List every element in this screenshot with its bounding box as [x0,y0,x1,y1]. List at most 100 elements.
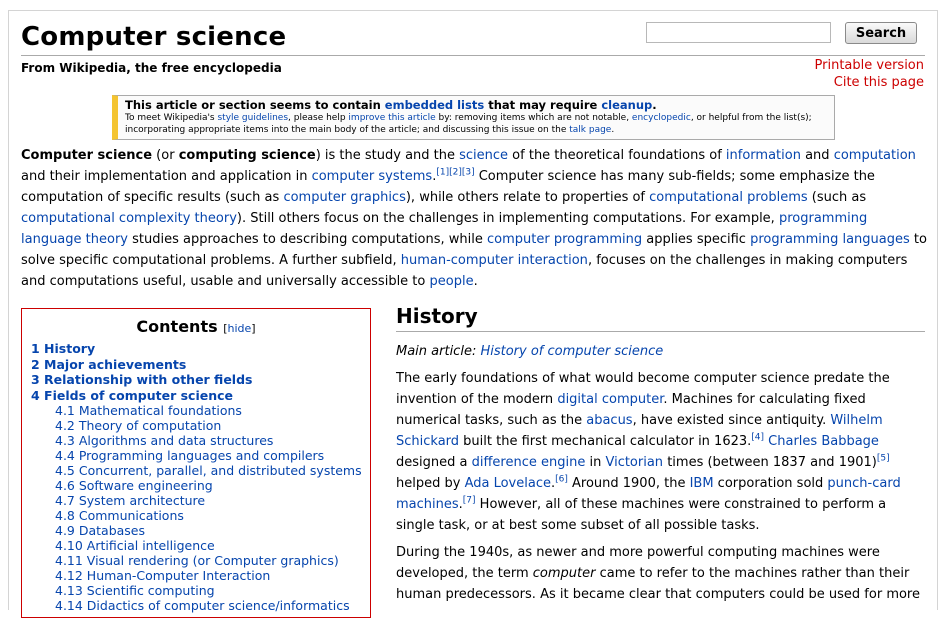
body-text: , have existed since antiquity. [632,413,831,428]
toc-subitem[interactable]: 4.3 Algorithms and data structures [55,433,273,448]
citation-1-3-link[interactable]: [1][2][3] [436,168,474,178]
toc-subitem[interactable]: 4.9 Databases [55,523,145,538]
toc-subitem[interactable]: 4.11 Visual rendering (or Computer graph… [55,553,339,568]
citation-7-link[interactable]: [7] [463,496,476,506]
abacus-link[interactable]: abacus [586,413,632,428]
body-text: of the theoretical foundations of [508,148,726,163]
ada-lovelace-link[interactable]: Ada Lovelace [465,476,551,491]
history-paragraph: The early foundations of what would beco… [396,368,921,536]
toc-subitem[interactable]: 4.6 Software engineering [55,478,213,493]
science-link[interactable]: science [459,148,508,163]
title-divider [21,55,925,56]
difference-engine-link[interactable]: difference engine [472,455,586,470]
body-text: times (between 1837 and 1901) [663,455,877,470]
ibm-link[interactable]: IBM [690,476,714,491]
body-text: and their implementation and application… [21,169,312,184]
toc-item[interactable]: 3 Relationship with other fields [31,372,252,387]
history-heading: History [396,304,478,328]
body-text: corporation sold [713,476,828,491]
body-text: studies approaches to describing computa… [127,232,488,247]
toc-header: Contents [hide] [22,317,370,336]
body-text: . [473,274,478,289]
toc-item[interactable]: 1 History [31,341,95,356]
victorian-link[interactable]: Victorian [605,455,663,470]
toc-item[interactable]: 2 Major achievements [31,357,186,372]
information-link[interactable]: information [726,148,801,163]
bold-term: Computer science [21,148,153,163]
toc-title: Contents [136,317,218,336]
computer-graphics-link[interactable]: computer graphics [283,190,405,205]
printable-version-link[interactable]: Printable version [815,58,924,73]
cleanup-notice: This article or section seems to contain… [112,95,835,140]
history-of-cs-link[interactable]: History of computer science [480,344,663,359]
body-text: in [585,455,606,470]
search-input[interactable] [646,22,831,43]
toc-subitem[interactable]: 4.13 Scientific computing [55,583,215,598]
toc-subitem[interactable]: 4.10 Artificial intelligence [55,538,215,553]
cite-page-link[interactable]: Cite this page [834,75,924,90]
toc-subitem[interactable]: 4.4 Programming languages and compilers [55,448,324,463]
body-text: designed a [396,455,472,470]
toc-hide-wrapper: [hide] [223,322,255,335]
citation-4-link[interactable]: [4] [751,433,764,443]
notice-text: by: removing items which are not notable… [435,113,632,123]
toc-subitem[interactable]: 4.8 Communications [55,508,184,523]
human-computer-interaction-link[interactable]: human-computer interaction [401,253,588,268]
italic-term: computer [532,566,596,581]
talk-page-link[interactable]: talk page [569,125,611,135]
body-text: built the first mechanical calculator in… [459,434,752,449]
embedded-lists-link[interactable]: embedded lists [385,98,484,112]
toc-item[interactable]: 4 Fields of computer science [31,388,233,403]
charles-babbage-link[interactable]: Charles Babbage [768,434,879,449]
toc-subitem[interactable]: 4.12 Human-Computer Interaction [55,568,270,583]
bold-term: computing science [178,148,316,163]
toc-subitem[interactable]: 4.5 Concurrent, parallel, and distribute… [55,463,362,478]
intro-paragraph: Computer science (or computing science) … [21,145,927,292]
computational-problems-link[interactable]: computational problems [649,190,808,205]
computer-systems-link[interactable]: computer systems [312,169,433,184]
toc-subitem[interactable]: 4.1 Mathematical foundations [55,403,242,418]
main-article-prefix: Main article: [396,344,481,359]
citation-6-link[interactable]: [6] [555,475,568,485]
people-link[interactable]: people [430,274,474,289]
body-text: helped by [396,476,465,491]
bracket: ] [251,322,256,335]
notice-text: . [611,125,615,135]
search-button[interactable]: Search [845,22,917,44]
encyclopedic-link[interactable]: encyclopedic [632,113,691,123]
cleanup-notice-lead: This article or section seems to contain… [125,99,826,111]
body-text: applies specific [642,232,751,247]
notice-text: that may require [484,98,602,112]
body-text: (such as [807,190,867,205]
cleanup-notice-body: To meet Wikipedia's style guidelines, pl… [125,112,826,136]
body-text: ) is the study and the [315,148,460,163]
body-text: and [800,148,834,163]
digital-computer-link[interactable]: digital computer [557,392,663,407]
page-title: Computer science [21,22,287,52]
site-tagline: From Wikipedia, the free encyclopedia [21,61,282,75]
history-divider [396,331,925,332]
main-article-note: Main article: History of computer scienc… [396,344,663,359]
notice-text: To meet Wikipedia's [125,113,218,123]
notice-text: This article or section seems to contain [125,98,385,112]
history-paragraph: During the 1940s, as newer and more powe… [396,542,921,605]
cleanup-link[interactable]: cleanup [601,98,652,112]
programming-languages-link[interactable]: programming languages [750,232,910,247]
toc-subitem[interactable]: 4.14 Didactics of computer science/infor… [55,598,350,613]
computation-link[interactable]: computation [834,148,916,163]
toc-subitem[interactable]: 4.2 Theory of computation [55,418,221,433]
toc-hide-link[interactable]: hide [227,322,251,335]
table-of-contents: Contents [hide] 1 History 2 Major achiev… [21,308,371,618]
notice-text: . [652,98,657,112]
computer-programming-link[interactable]: computer programming [487,232,642,247]
toc-subitem[interactable]: 4.7 System architecture [55,493,205,508]
citation-5-link[interactable]: [5] [877,454,890,464]
style-guidelines-link[interactable]: style guidelines [217,113,288,123]
computational-complexity-theory-link[interactable]: computational complexity theory [21,211,237,226]
improve-article-link[interactable]: improve this article [348,113,435,123]
toc-list: 1 History 2 Major achievements 3 Relatio… [31,341,362,613]
body-text: Around 1900, the [567,476,690,491]
body-text: ), while others relate to properties of [405,190,650,205]
body-text: (or [152,148,179,163]
notice-text: , please help [288,113,349,123]
